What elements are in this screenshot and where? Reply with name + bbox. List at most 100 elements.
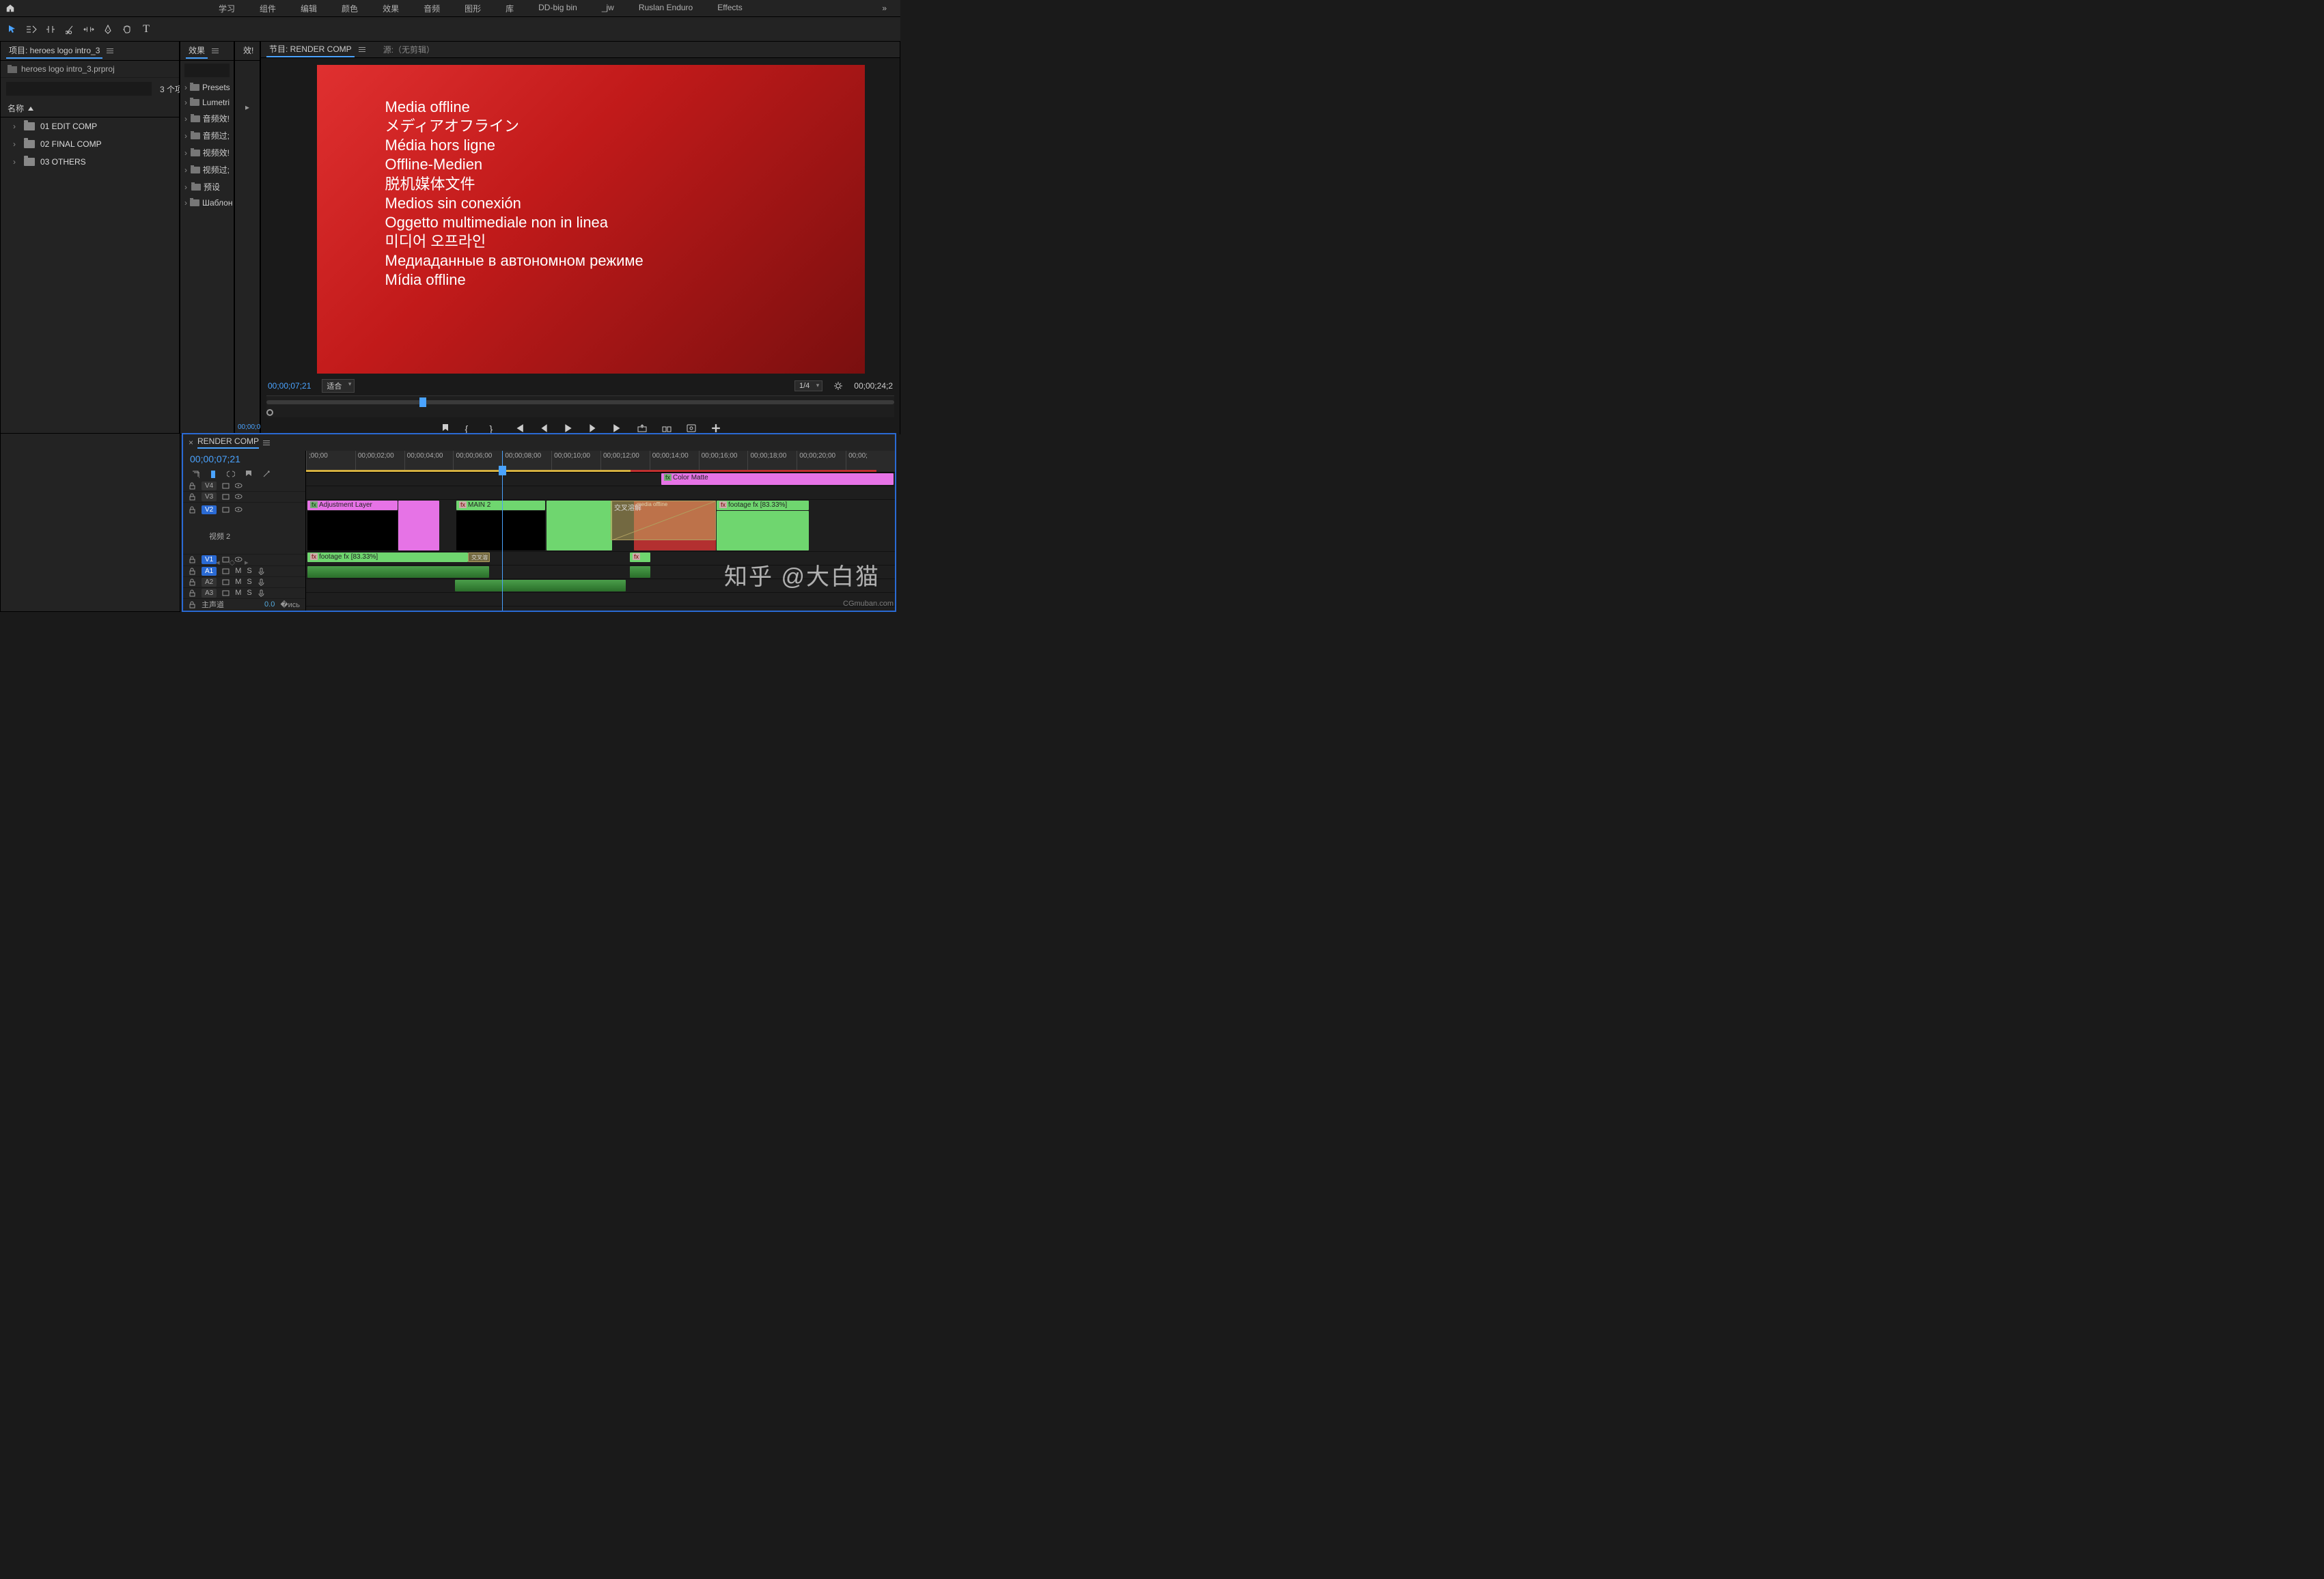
effects-tab[interactable]: 效果 <box>186 43 208 59</box>
export-frame-icon[interactable] <box>687 423 696 433</box>
ws-tab[interactable]: 效果 <box>370 0 411 17</box>
audio-clip[interactable] <box>455 580 626 591</box>
sync-lock-icon[interactable] <box>222 589 230 597</box>
clip-black[interactable] <box>307 511 398 550</box>
lift-icon[interactable] <box>637 423 647 433</box>
eye-icon[interactable] <box>235 556 243 563</box>
solo-button[interactable]: S <box>247 589 251 597</box>
project-search-input[interactable] <box>6 82 152 96</box>
track-a2[interactable] <box>306 579 895 593</box>
timeline-tracks-area[interactable]: ;00;0000;00;02;0000;00;04;0000;00;06;000… <box>306 451 895 611</box>
project-tab[interactable]: 项目: heroes logo intro_3 <box>6 43 102 59</box>
sync-lock-icon[interactable] <box>222 506 230 514</box>
ripple-edit-tool[interactable] <box>45 24 56 35</box>
sync-lock-icon[interactable] <box>222 578 230 586</box>
track-header-a2[interactable]: A2 M S <box>183 577 305 588</box>
ws-tab[interactable]: DD-big bin <box>526 0 590 17</box>
preset-folder[interactable]: ›音频效! <box>180 110 234 127</box>
play-icon[interactable] <box>564 423 573 433</box>
track-master[interactable] <box>306 606 895 611</box>
linked-selection-icon[interactable] <box>227 470 235 478</box>
ws-tab[interactable]: _jw <box>590 0 626 17</box>
program-ruler[interactable] <box>266 395 894 417</box>
solo-button[interactable]: S <box>247 567 251 575</box>
settings-tl-icon[interactable] <box>262 470 271 478</box>
out-point-icon[interactable]: } <box>490 423 499 433</box>
settings-icon[interactable] <box>833 381 843 391</box>
ws-tab[interactable]: 组件 <box>247 0 288 17</box>
ws-tab[interactable]: 音频 <box>411 0 452 17</box>
track-header-a3[interactable]: A3 M S <box>183 588 305 599</box>
track-header-v4[interactable]: V4 <box>183 481 305 492</box>
lock-icon[interactable] <box>189 589 196 597</box>
mute-button[interactable]: M <box>235 589 241 597</box>
ws-tab[interactable]: 颜色 <box>329 0 370 17</box>
track-v3[interactable] <box>306 486 895 500</box>
type-tool[interactable]: T <box>141 24 152 35</box>
current-timecode[interactable]: 00;00;07;21 <box>268 381 311 391</box>
bin-item[interactable]: ›01 EDIT COMP <box>1 117 179 135</box>
panel-menu-icon[interactable] <box>359 47 365 52</box>
clip-footage[interactable]: fxfootage fx [83.33%] <box>717 501 809 510</box>
clip-green-v1[interactable]: fx <box>630 553 650 562</box>
ws-tab[interactable]: 学习 <box>206 0 247 17</box>
source-tab[interactable]: 源:（无剪辑） <box>383 44 434 55</box>
selection-tool[interactable] <box>7 24 18 35</box>
preset-folder[interactable]: ›预设 <box>180 178 234 195</box>
lock-icon[interactable] <box>189 578 196 586</box>
ws-tab[interactable]: 图形 <box>452 0 493 17</box>
preset-folder[interactable]: ›视频过; <box>180 161 234 178</box>
ws-tab[interactable]: 编辑 <box>288 0 329 17</box>
zoom-dropdown[interactable]: 适合 <box>322 379 355 393</box>
preset-folder[interactable]: ›Presets <box>180 80 234 95</box>
solo-button[interactable]: S <box>247 578 251 586</box>
track-v4[interactable]: fxColor Matte <box>306 473 895 486</box>
overflow-icon[interactable]: » <box>874 1 895 16</box>
preset-folder[interactable]: ›Lumetri <box>180 95 234 110</box>
extract-icon[interactable] <box>662 423 672 433</box>
preset-folder[interactable]: ›Шаблон <box>180 195 234 210</box>
clip-green[interactable] <box>547 501 612 550</box>
mic-icon[interactable] <box>258 578 265 586</box>
master-level[interactable]: 0.0 <box>264 600 275 609</box>
track-v2[interactable]: fxAdjustment Layer fxMAIN 2 media offlin… <box>306 500 895 552</box>
lock-icon[interactable] <box>189 556 196 563</box>
hand-tool[interactable] <box>122 24 133 35</box>
clip-color-matte[interactable]: fxColor Matte <box>661 473 894 485</box>
sync-lock-icon[interactable] <box>222 482 230 490</box>
snap-icon[interactable] <box>209 470 217 478</box>
track-v1[interactable]: fxfootage fx [83.33%] 交叉溶 fx <box>306 552 895 565</box>
marker-icon[interactable] <box>441 423 450 433</box>
track-select-tool[interactable] <box>26 24 37 35</box>
arrow-right-icon[interactable]: ▸ <box>245 102 249 112</box>
track-a3[interactable] <box>306 593 895 606</box>
track-a1[interactable] <box>306 565 895 579</box>
track-header-v1[interactable]: V1 <box>183 555 305 565</box>
eye-icon[interactable] <box>235 493 243 501</box>
timeline-ruler[interactable]: ;00;0000;00;02;0000;00;04;0000;00;06;000… <box>306 451 895 473</box>
ws-tab[interactable]: Ruslan Enduro <box>626 0 705 17</box>
preset-folder[interactable]: ›音频过; <box>180 127 234 144</box>
clip-footage-v1[interactable]: fxfootage fx [83.33%] <box>307 553 468 562</box>
mute-button[interactable]: M <box>235 567 241 575</box>
track-header-v3[interactable]: V3 <box>183 492 305 503</box>
sequence-tab[interactable]: RENDER COMP <box>197 436 259 449</box>
effects-search-input[interactable] <box>184 64 230 77</box>
audio-clip[interactable] <box>307 566 489 578</box>
program-tab[interactable]: 节目: RENDER COMP <box>266 42 355 57</box>
sync-lock-icon[interactable] <box>222 493 230 501</box>
clip-main2[interactable]: fxMAIN 2 <box>456 501 545 510</box>
lock-icon[interactable] <box>189 493 196 501</box>
mute-button[interactable]: M <box>235 578 241 586</box>
eye-icon[interactable] <box>235 506 243 514</box>
zoom-handle[interactable] <box>266 409 273 416</box>
effects-tab-2[interactable]: 效! <box>240 43 256 59</box>
clip-transition[interactable]: 交叉溶 <box>468 553 490 562</box>
step-back-icon[interactable] <box>539 423 549 433</box>
panel-menu-icon[interactable] <box>212 48 219 53</box>
collapse-icon[interactable]: �ись <box>280 600 300 609</box>
track-header-master[interactable]: 主声道 0.0 �ись <box>183 599 305 611</box>
bin-item[interactable]: ›03 OTHERS <box>1 153 179 171</box>
slip-tool[interactable] <box>83 24 94 35</box>
lock-icon[interactable] <box>189 482 196 490</box>
